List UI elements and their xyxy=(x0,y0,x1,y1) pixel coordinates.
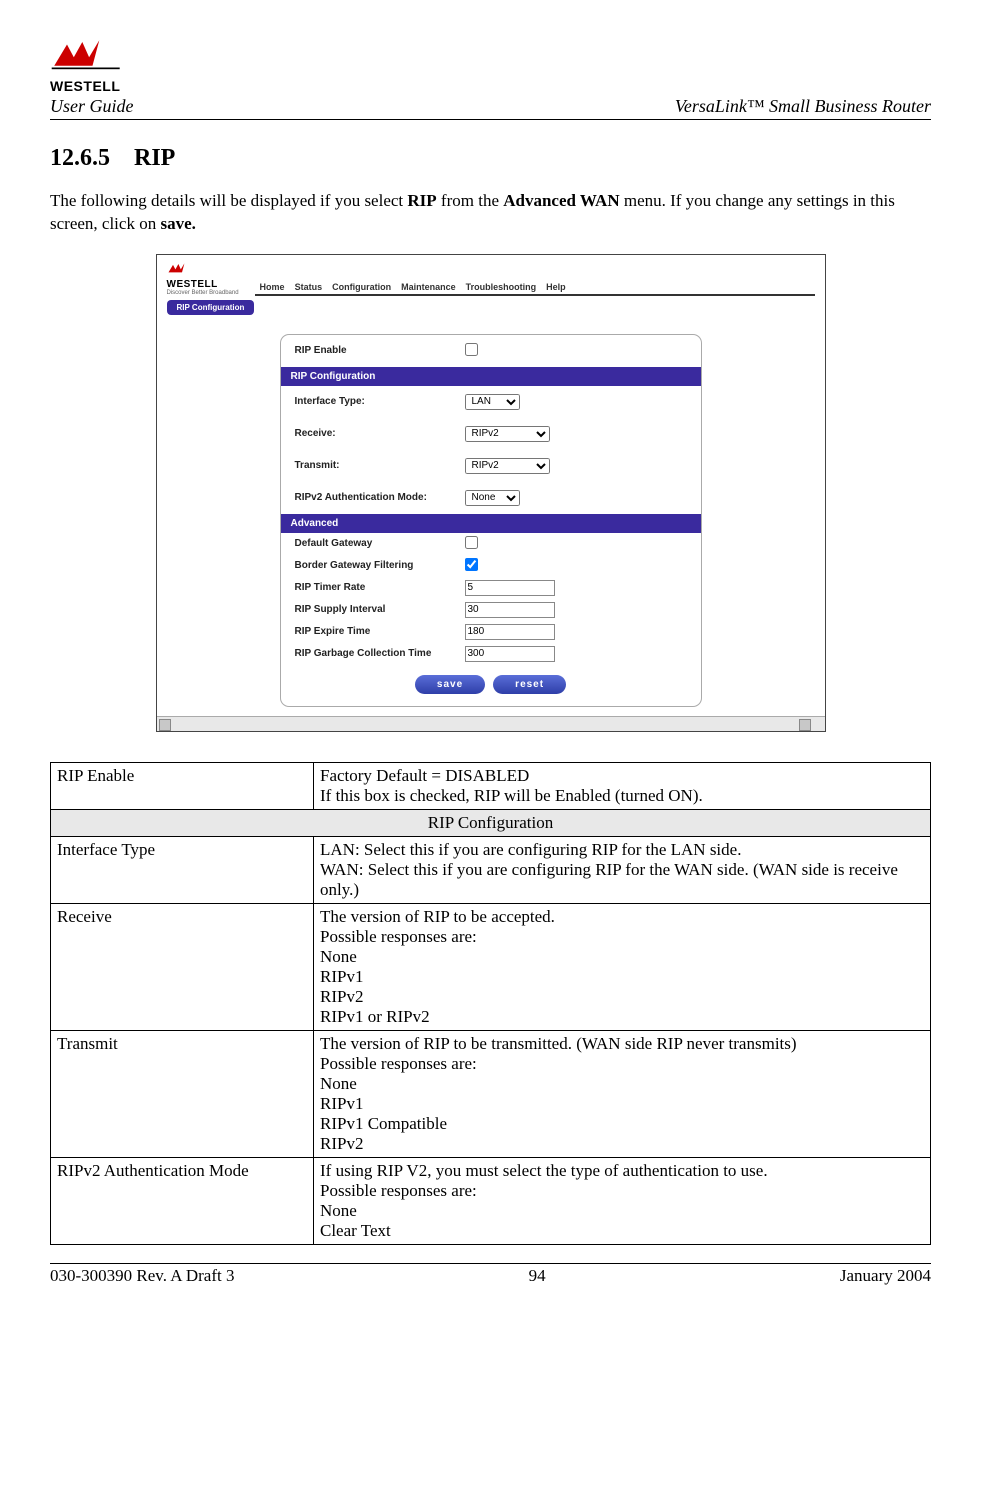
auth-mode-row: RIPv2 Authentication Mode: None xyxy=(281,482,701,514)
footer-left: 030-300390 Rev. A Draft 3 xyxy=(50,1266,234,1286)
app-brand: WESTELL xyxy=(167,279,239,290)
tab-rip-configuration[interactable]: RIP Configuration xyxy=(167,300,255,315)
expire-time-input[interactable] xyxy=(465,624,555,640)
table-row: RIP Configuration xyxy=(51,809,931,836)
nav-maintenance[interactable]: Maintenance xyxy=(401,282,456,292)
rip-enable-row: RIP Enable xyxy=(281,335,701,367)
page-footer: 030-300390 Rev. A Draft 3 94 January 200… xyxy=(50,1263,931,1286)
garbage-time-input[interactable] xyxy=(465,646,555,662)
rip-enable-label: RIP Enable xyxy=(295,345,465,356)
intro-bold-save: save. xyxy=(160,214,195,233)
transmit-select[interactable]: RIPv2 xyxy=(465,458,550,474)
button-row: save reset xyxy=(281,665,701,706)
supply-interval-input[interactable] xyxy=(465,602,555,618)
rip-enable-checkbox[interactable] xyxy=(465,343,478,356)
user-guide-label: User Guide xyxy=(50,96,134,117)
intro-mid: from the xyxy=(437,191,504,210)
cell-receive-desc: The version of RIP to be accepted. Possi… xyxy=(314,903,931,1030)
cell-receive-name: Receive xyxy=(51,903,314,1030)
border-filter-label: Border Gateway Filtering xyxy=(295,560,465,571)
cell-rip-enable-desc: Factory Default = DISABLED If this box i… xyxy=(314,762,931,809)
cell-auth-desc: If using RIP V2, you must select the typ… xyxy=(314,1157,931,1244)
timer-rate-input[interactable] xyxy=(465,580,555,596)
nav-configuration[interactable]: Configuration xyxy=(332,282,391,292)
footer-right: January 2004 xyxy=(840,1266,931,1286)
westell-logo-icon xyxy=(50,40,135,78)
table-row: RIPv2 Authentication Mode If using RIP V… xyxy=(51,1157,931,1244)
receive-select[interactable]: RIPv2 xyxy=(465,426,550,442)
timer-rate-label: RIP Timer Rate xyxy=(295,582,465,593)
horizontal-scrollbar[interactable] xyxy=(157,716,825,731)
intro-bold-menu: Advanced WAN xyxy=(503,191,619,210)
section-title-text: RIP xyxy=(134,145,175,171)
app-logo: WESTELL Discover Better Broadband xyxy=(167,261,239,296)
interface-type-row: Interface Type: LAN xyxy=(281,386,701,418)
page-header: WESTELL User Guide VersaLink™ Small Busi… xyxy=(50,40,931,120)
garbage-time-label: RIP Garbage Collection Time xyxy=(295,648,465,659)
default-gateway-row: Default Gateway xyxy=(281,533,701,555)
auth-mode-select[interactable]: None xyxy=(465,490,520,506)
expire-time-row: RIP Expire Time xyxy=(281,621,701,643)
cell-iface-desc: LAN: Select this if you are configuring … xyxy=(314,836,931,903)
cell-config-header: RIP Configuration xyxy=(51,809,931,836)
nav-troubleshooting[interactable]: Troubleshooting xyxy=(466,282,537,292)
supply-interval-row: RIP Supply Interval xyxy=(281,599,701,621)
intro-text: The following details will be displayed … xyxy=(50,191,407,210)
expire-time-label: RIP Expire Time xyxy=(295,626,465,637)
config-section-header: RIP Configuration xyxy=(281,367,701,386)
router-screenshot: WESTELL Discover Better Broadband Home S… xyxy=(156,254,826,732)
cell-iface-name: Interface Type xyxy=(51,836,314,903)
table-row: RIP Enable Factory Default = DISABLED If… xyxy=(51,762,931,809)
receive-row: Receive: RIPv2 xyxy=(281,418,701,450)
default-gateway-label: Default Gateway xyxy=(295,538,465,549)
save-button[interactable]: save xyxy=(415,675,485,694)
section-heading: 12.6.5 RIP xyxy=(50,145,931,172)
cell-transmit-name: Transmit xyxy=(51,1030,314,1157)
table-row: Transmit The version of RIP to be transm… xyxy=(51,1030,931,1157)
transmit-row: Transmit: RIPv2 xyxy=(281,450,701,482)
nav-status[interactable]: Status xyxy=(295,282,323,292)
transmit-label: Transmit: xyxy=(295,460,465,471)
product-title: VersaLink™ Small Business Router xyxy=(675,96,931,117)
section-number: 12.6.5 xyxy=(50,145,110,171)
router-body: RIP Enable RIP Configuration Interface T… xyxy=(157,315,825,716)
brand-name: WESTELL xyxy=(50,78,120,94)
table-row: Interface Type LAN: Select this if you a… xyxy=(51,836,931,903)
border-filter-row: Border Gateway Filtering xyxy=(281,555,701,577)
border-filter-checkbox[interactable] xyxy=(465,558,478,571)
garbage-time-row: RIP Garbage Collection Time xyxy=(281,643,701,665)
supply-interval-label: RIP Supply Interval xyxy=(295,604,465,615)
cell-transmit-desc: The version of RIP to be transmitted. (W… xyxy=(314,1030,931,1157)
cell-auth-name: RIPv2 Authentication Mode xyxy=(51,1157,314,1244)
default-gateway-checkbox[interactable] xyxy=(465,536,478,549)
interface-type-select[interactable]: LAN xyxy=(465,394,520,410)
reset-button[interactable]: reset xyxy=(493,675,566,694)
nav-bar: Home Status Configuration Maintenance Tr… xyxy=(255,282,815,296)
table-row: Receive The version of RIP to be accepte… xyxy=(51,903,931,1030)
brand-block: WESTELL User Guide xyxy=(50,40,135,117)
footer-page-number: 94 xyxy=(529,1266,546,1286)
advanced-section-header: Advanced xyxy=(281,514,701,533)
auth-mode-label: RIPv2 Authentication Mode: xyxy=(295,492,465,503)
westell-small-logo-icon xyxy=(167,261,197,279)
receive-label: Receive: xyxy=(295,428,465,439)
app-tagline: Discover Better Broadband xyxy=(167,290,239,296)
config-panel: RIP Enable RIP Configuration Interface T… xyxy=(281,335,701,706)
nav-help[interactable]: Help xyxy=(546,282,566,292)
intro-bold-rip: RIP xyxy=(407,191,436,210)
nav-home[interactable]: Home xyxy=(260,282,285,292)
intro-paragraph: The following details will be displayed … xyxy=(50,190,931,236)
definitions-table: RIP Enable Factory Default = DISABLED If… xyxy=(50,762,931,1245)
interface-type-label: Interface Type: xyxy=(295,396,465,407)
browser-frame: WESTELL Discover Better Broadband Home S… xyxy=(156,254,826,732)
app-banner: WESTELL Discover Better Broadband Home S… xyxy=(157,255,825,296)
cell-rip-enable-name: RIP Enable xyxy=(51,762,314,809)
timer-rate-row: RIP Timer Rate xyxy=(281,577,701,599)
